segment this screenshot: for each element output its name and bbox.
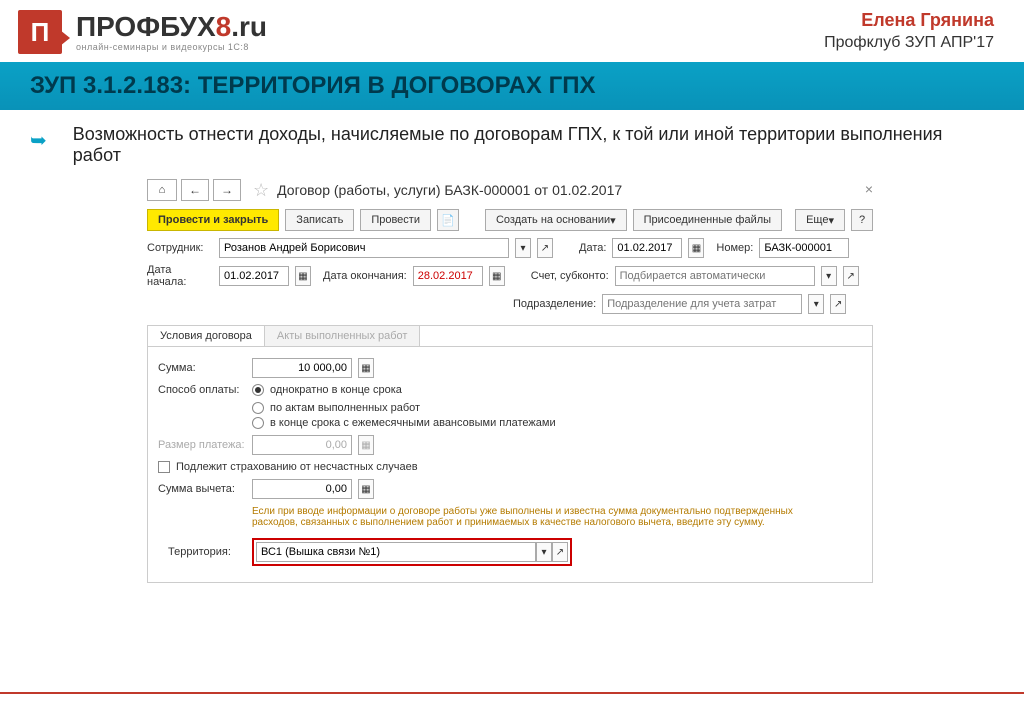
- employee-label: Сотрудник:: [147, 242, 213, 254]
- forward-button[interactable]: →: [213, 179, 241, 201]
- logo-icon: П: [18, 10, 62, 54]
- subdiv-select-button[interactable]: ▾: [808, 294, 824, 314]
- deduction-hint: Если при вводе информации о договоре раб…: [252, 506, 812, 528]
- window-titlebar: ⌂ ← → ☆ Договор (работы, услуги) БАЗК-00…: [141, 175, 879, 205]
- payment-radio-monthly[interactable]: [252, 417, 264, 429]
- post-and-close-button[interactable]: Провести и закрыть: [147, 209, 279, 231]
- bullet-row: ➥ Возможность отнести доходы, начисляемы…: [0, 110, 1024, 174]
- home-button[interactable]: ⌂: [147, 179, 177, 201]
- help-button[interactable]: ?: [851, 209, 873, 231]
- footer-divider: [0, 692, 1024, 694]
- payment-opt3-label: в конце срока с ежемесячными авансовыми …: [270, 417, 556, 429]
- account-input[interactable]: [615, 266, 815, 286]
- tabs: Условия договора Акты выполненных работ …: [147, 325, 873, 583]
- app-window: ⌂ ← → ☆ Договор (работы, услуги) БАЗК-00…: [140, 174, 880, 584]
- sum-calc-button[interactable]: ▦: [358, 358, 374, 378]
- author-block: Елена Грянина Профклуб ЗУП АПР'17: [824, 10, 994, 52]
- account-label: Счет, субконто:: [531, 270, 609, 282]
- bullet-icon: ➥: [30, 128, 47, 153]
- post-button[interactable]: Провести: [360, 209, 431, 231]
- end-date-label: Дата окончания:: [323, 270, 407, 282]
- payment-radio-acts[interactable]: [252, 402, 264, 414]
- employee-open-button[interactable]: ↗: [537, 238, 553, 258]
- deduction-calc-button[interactable]: ▦: [358, 479, 374, 499]
- territory-input[interactable]: [256, 542, 536, 562]
- subdiv-open-button[interactable]: ↗: [830, 294, 846, 314]
- more-button[interactable]: Еще ▾: [795, 209, 845, 231]
- logo: П ПРОФБУХ8.ru онлайн-семинары и видеокур…: [18, 10, 267, 54]
- bullet-text: Возможность отнести доходы, начисляемые …: [73, 124, 994, 166]
- account-select-button[interactable]: ▾: [821, 266, 837, 286]
- date-calendar-button[interactable]: ▦: [688, 238, 704, 258]
- number-label: Номер:: [716, 242, 753, 254]
- installment-input: [252, 435, 352, 455]
- territory-select-button[interactable]: ▾: [536, 542, 552, 562]
- close-icon[interactable]: ×: [865, 181, 873, 197]
- territory-label: Территория:: [168, 546, 246, 558]
- date-input[interactable]: [612, 238, 682, 258]
- slide-header: П ПРОФБУХ8.ru онлайн-семинары и видеокур…: [0, 0, 1024, 62]
- tab-acts[interactable]: Акты выполненных работ: [265, 326, 421, 346]
- slide-title: ЗУП 3.1.2.183: ТЕРРИТОРИЯ В ДОГОВОРАХ ГП…: [0, 62, 1024, 110]
- date-label: Дата:: [579, 242, 606, 254]
- insurance-label: Подлежит страхованию от несчастных случа…: [176, 461, 418, 473]
- back-button[interactable]: ←: [181, 179, 209, 201]
- create-based-button[interactable]: Создать на основании ▾: [485, 209, 627, 231]
- employee-select-button[interactable]: ▾: [515, 238, 531, 258]
- start-date-label: Дата начала:: [147, 264, 213, 288]
- installment-calc-button: ▦: [358, 435, 374, 455]
- territory-open-button[interactable]: ↗: [552, 542, 568, 562]
- sum-input[interactable]: [252, 358, 352, 378]
- subdiv-input[interactable]: [602, 294, 802, 314]
- account-open-button[interactable]: ↗: [843, 266, 859, 286]
- end-date-input[interactable]: [413, 266, 483, 286]
- sum-label: Сумма:: [158, 362, 246, 374]
- tab-contract-terms[interactable]: Условия договора: [148, 326, 265, 346]
- favorite-icon[interactable]: ☆: [253, 180, 269, 201]
- territory-highlight: ▾ ↗: [252, 538, 572, 566]
- start-calendar-button[interactable]: ▦: [295, 266, 311, 286]
- author-sub: Профклуб ЗУП АПР'17: [824, 34, 994, 52]
- employee-input[interactable]: [219, 238, 509, 258]
- logo-text-3: .ru: [231, 11, 267, 42]
- end-calendar-button[interactable]: ▦: [489, 266, 505, 286]
- logo-text-2: 8: [216, 11, 232, 42]
- save-button[interactable]: Записать: [285, 209, 354, 231]
- window-title: Договор (работы, услуги) БАЗК-000001 от …: [277, 182, 622, 198]
- toolbar: Провести и закрыть Записать Провести 📄 С…: [141, 205, 879, 235]
- installment-label: Размер платежа:: [158, 439, 246, 451]
- payment-opt1-label: однократно в конце срока: [270, 384, 402, 396]
- payment-radio-once[interactable]: [252, 384, 264, 396]
- attached-files-button[interactable]: Присоединенные файлы: [633, 209, 782, 231]
- start-date-input[interactable]: [219, 266, 289, 286]
- insurance-checkbox[interactable]: [158, 461, 170, 473]
- logo-subtitle: онлайн-семинары и видеокурсы 1С:8: [76, 43, 267, 52]
- number-input[interactable]: [759, 238, 849, 258]
- deduction-input[interactable]: [252, 479, 352, 499]
- author-name: Елена Грянина: [824, 10, 994, 31]
- logo-text-1: ПРОФБУХ: [76, 11, 216, 42]
- subdiv-label: Подразделение:: [513, 298, 596, 310]
- payment-method-label: Способ оплаты:: [158, 384, 246, 396]
- report-button[interactable]: 📄: [437, 209, 459, 231]
- deduction-label: Сумма вычета:: [158, 483, 246, 495]
- payment-opt2-label: по актам выполненных работ: [270, 402, 420, 414]
